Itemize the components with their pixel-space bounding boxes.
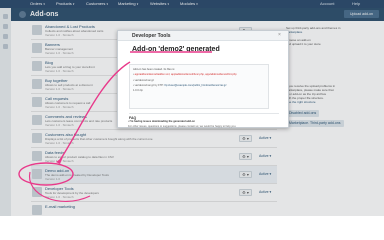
- result-text: • var/demo2.tar.gz by FTP:: [133, 84, 165, 87]
- close-icon[interactable]: ×: [278, 32, 281, 39]
- ftp-link[interactable]: ftp://user@example.com/public_html/var/d…: [164, 84, 226, 87]
- result-line: • var/demo2.tar.gz by FTP: ftp://user@ex…: [133, 84, 227, 88]
- result-text: 1.0.0.zip: [133, 89, 143, 92]
- dialog-heading: Add-on 'demo2' generated: [132, 46, 220, 53]
- generated-files-box: Add-on has been created. Its files is: •…: [129, 64, 269, 109]
- faq-item[interactable]: • I'm having issues downloading the gene…: [128, 120, 195, 124]
- result-line: Add-on has been created. Its files is:: [133, 68, 175, 72]
- result-line: 1.0.0.zip: [133, 89, 143, 93]
- download-link[interactable]: • var/demo2.tar.gz: [133, 79, 154, 82]
- result-text: Add-on has been created. Its files is:: [133, 68, 175, 71]
- dialog-header: Developer Tools ×: [118, 31, 288, 41]
- result-line: • var/demo2.tar.gz: [133, 79, 154, 83]
- developer-tools-dialog: Developer Tools × Add-on 'demo2' generat…: [117, 30, 289, 128]
- divider: [129, 113, 279, 114]
- file-paths: app/addons/demo2/addon.xml, app/addons/d…: [134, 73, 237, 76]
- dialog-title: Developer Tools: [132, 33, 171, 39]
- dialog-note: For other issues, questions or suggestio…: [128, 125, 237, 128]
- result-line: • app/addons/demo2/addon.xml, app/addons…: [133, 73, 237, 77]
